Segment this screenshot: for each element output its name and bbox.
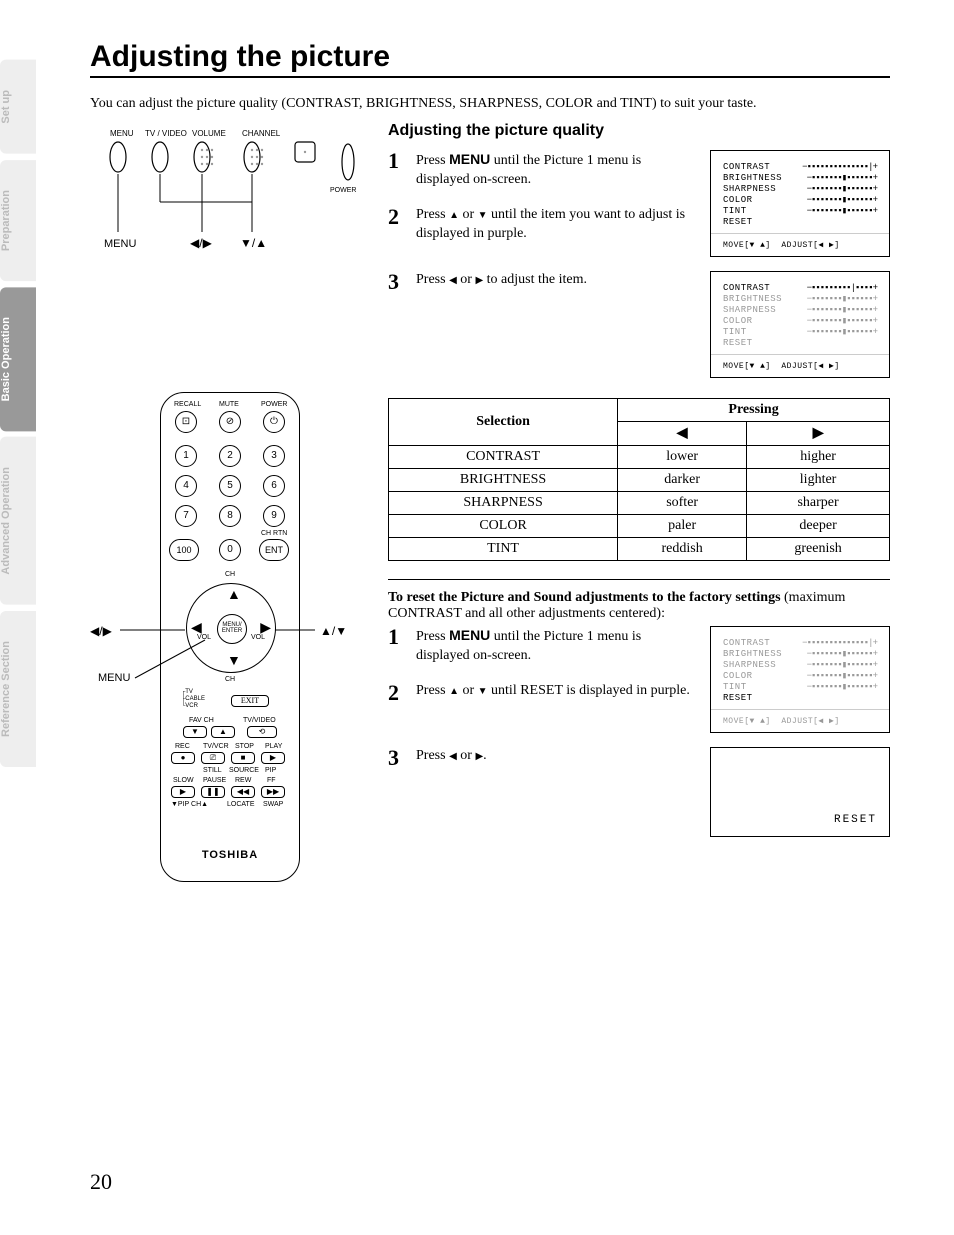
svg-text:MENU: MENU [110,129,134,138]
tab-basic-operation: Basic Operation [0,287,36,431]
section-title: Adjusting the picture quality [388,122,890,140]
reset-step-3-text: Press ◀ or ▶. [416,747,692,769]
osd-screen-1: CONTRAST−▪▪▪▪▪▪▪▪▪▪▪▪▪▪|+ BRIGHTNESS−▪▪▪… [710,150,890,257]
step-3-num: 3 [388,271,406,293]
step-2-num: 2 [388,206,406,244]
page-number: 20 [90,1169,112,1195]
step-1-num: 1 [388,150,406,190]
svg-text:CHANNEL: CHANNEL [242,129,281,138]
reset-step-2-num: 2 [388,682,406,704]
svg-text:TV / VIDEO: TV / VIDEO [145,129,187,138]
step-3-text: Press ◀ or ▶ to adjust the item. [416,271,692,293]
svg-text:▼/▲: ▼/▲ [240,236,267,250]
tab-setup: Set up [0,60,36,154]
reset-intro: To reset the Picture and Sound adjustmen… [388,590,890,622]
reset-step-2-text: Press ▲ or ▼ until RESET is displayed in… [416,682,692,704]
col-left-icon: ◀ [618,422,747,446]
side-tabs: Set up Preparation Basic Operation Advan… [0,60,36,773]
reset-step-1-text: Press MENU until the Picture 1 menu is d… [416,626,692,666]
col-selection: Selection [389,399,618,446]
col-right-icon: ▶ [747,422,890,446]
up-down-callout: ▲/▼ [320,624,347,638]
tab-advanced-operation: Advanced Operation [0,437,36,605]
menu-callout: MENU [98,672,130,684]
brand-logo: TOSHIBA [161,849,299,861]
step-1-text: Press MENU until the Picture 1 menu is d… [416,150,692,190]
remote-diagram: ◀/▶ ▲/▼ MENU RECALL MUTE POWER ⊡ ⊘ ⏻ 1 2… [90,392,360,892]
col-pressing: Pressing [618,399,890,422]
page-title: Adjusting the picture [90,40,890,78]
svg-text:VOLUME: VOLUME [192,129,226,138]
tab-preparation: Preparation [0,160,36,281]
left-right-callout: ◀/▶ [90,624,112,638]
reset-step-3-num: 3 [388,747,406,769]
tab-reference-section: Reference Section [0,611,36,767]
reset-step-1-num: 1 [388,626,406,666]
svg-text:◀/▶: ◀/▶ [190,236,213,250]
intro-text: You can adjust the picture quality (CONT… [90,96,890,112]
svg-text:MENU: MENU [104,238,136,250]
osd-screen-reset: RESET [710,747,890,837]
adjustment-table: Selection Pressing ◀ ▶ CONTRASTlowerhigh… [388,398,890,561]
svg-text:POWER: POWER [330,187,356,194]
step-2-text: Press ▲ or ▼ until the item you want to … [416,206,692,244]
osd-screen-2: CONTRAST−▪▪▪▪▪▪▪▪▪|▪▪▪▪+ BRIGHTNESS−▪▪▪▪… [710,271,890,378]
osd-screen-3: CONTRAST−▪▪▪▪▪▪▪▪▪▪▪▪▪▪|+ BRIGHTNESS−▪▪▪… [710,626,890,733]
tv-buttons-diagram: MENU TV / VIDEO VOLUME CHANNEL POWER [90,122,360,272]
